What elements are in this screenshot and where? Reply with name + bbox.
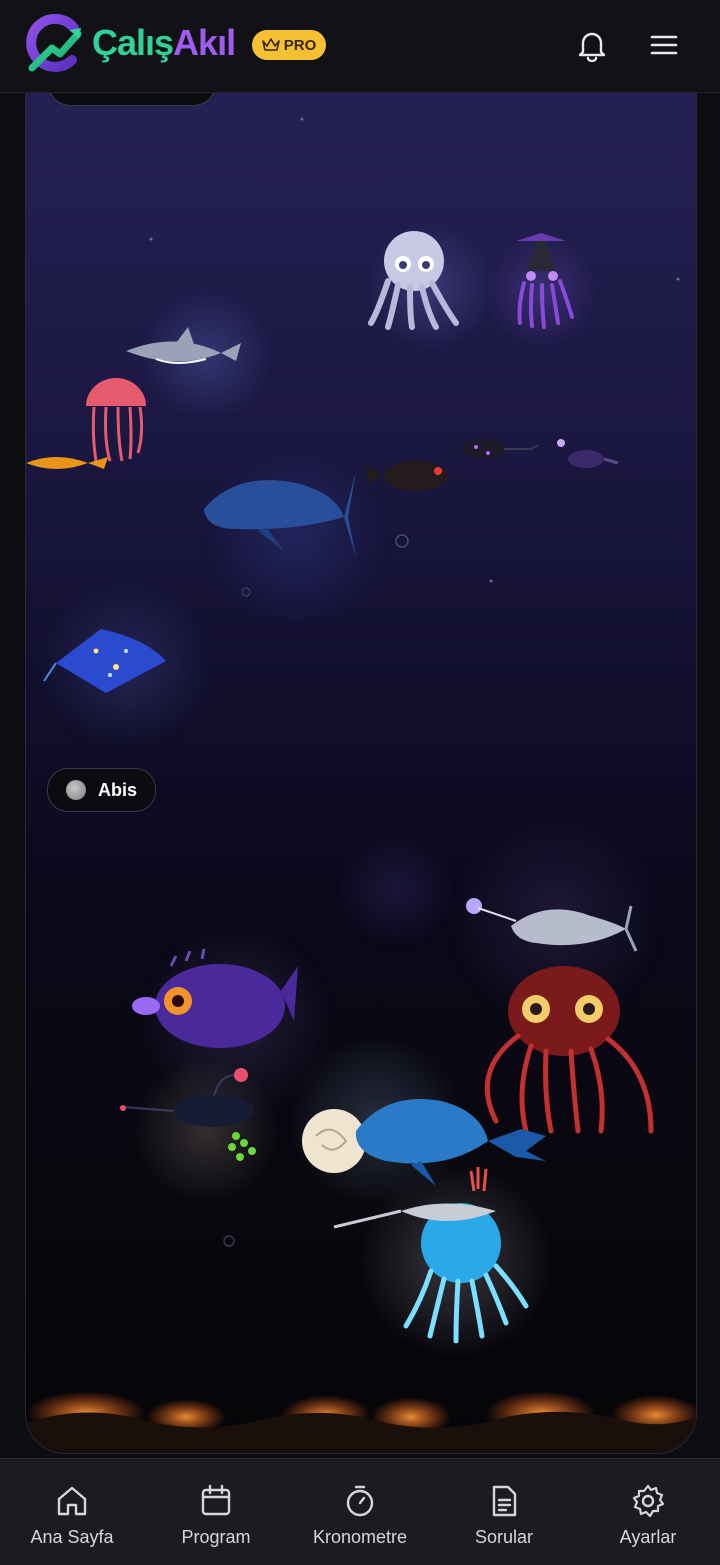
nav-label: Program <box>181 1527 251 1547</box>
brand-part1: Çalış <box>92 22 174 63</box>
sea-floor <box>26 1391 696 1453</box>
bottom-nav: Ana Sayfa Program Kronometre Sorular Aya… <box>0 1458 720 1565</box>
narwhal <box>466 898 638 952</box>
jellyfish <box>86 378 146 462</box>
pro-label: PRO <box>283 36 317 54</box>
cyan-jellyfish <box>403 1203 529 1344</box>
zone-indicator-icon <box>66 780 86 800</box>
bell-icon[interactable] <box>575 28 609 62</box>
zone-pill[interactable]: Abis <box>47 768 157 812</box>
stopwatch-icon <box>346 1485 374 1517</box>
home-icon <box>57 1486 87 1516</box>
nautilus <box>302 1109 366 1173</box>
particle <box>489 579 493 583</box>
red-octopus <box>484 966 654 1134</box>
bubble <box>395 534 409 548</box>
zone-label: Abis <box>98 779 138 800</box>
nav-home[interactable]: Ana Sayfa <box>0 1459 144 1565</box>
black-anglerfish <box>120 1068 256 1161</box>
black-fish <box>366 461 448 491</box>
bubble <box>223 1235 235 1247</box>
nav-label: Sorular <box>474 1527 534 1547</box>
nav-stopwatch[interactable]: Kronometre <box>288 1459 432 1565</box>
brand-name: ÇalışAkıl <box>92 22 236 64</box>
nav-questions[interactable]: Sorular <box>432 1459 576 1565</box>
particle <box>676 277 680 281</box>
aquarium-tank: Abis <box>25 60 697 1454</box>
anglerfish-small <box>557 439 619 468</box>
manta-ray <box>43 629 166 693</box>
nav-label: Kronometre <box>312 1527 408 1547</box>
swordfish <box>333 1167 496 1229</box>
document-icon <box>492 1485 517 1517</box>
pro-badge: PRO <box>252 30 326 60</box>
blue-whale <box>355 1099 546 1186</box>
menu-icon[interactable] <box>647 28 681 62</box>
bubble <box>241 587 251 597</box>
app-header: ÇalışAkıl PRO <box>0 0 720 93</box>
calendar-icon <box>201 1484 231 1516</box>
anglerfish <box>462 439 539 459</box>
squid <box>516 231 574 329</box>
brand-part2: Akıl <box>173 22 236 63</box>
particle <box>149 237 153 241</box>
whale <box>204 471 356 557</box>
purple-anglerfish <box>132 948 298 1048</box>
nav-label: Ana Sayfa <box>30 1527 114 1547</box>
gear-icon <box>632 1484 665 1518</box>
crown-icon <box>261 38 280 51</box>
nav-program[interactable]: Program <box>144 1459 288 1565</box>
logo-icon <box>26 14 82 72</box>
creatures-layer <box>26 117 680 1344</box>
shark <box>126 327 241 364</box>
octopus <box>368 231 459 330</box>
particle <box>300 117 304 121</box>
nav-settings[interactable]: Ayarlar <box>576 1459 720 1565</box>
nav-label: Ayarlar <box>619 1527 677 1547</box>
